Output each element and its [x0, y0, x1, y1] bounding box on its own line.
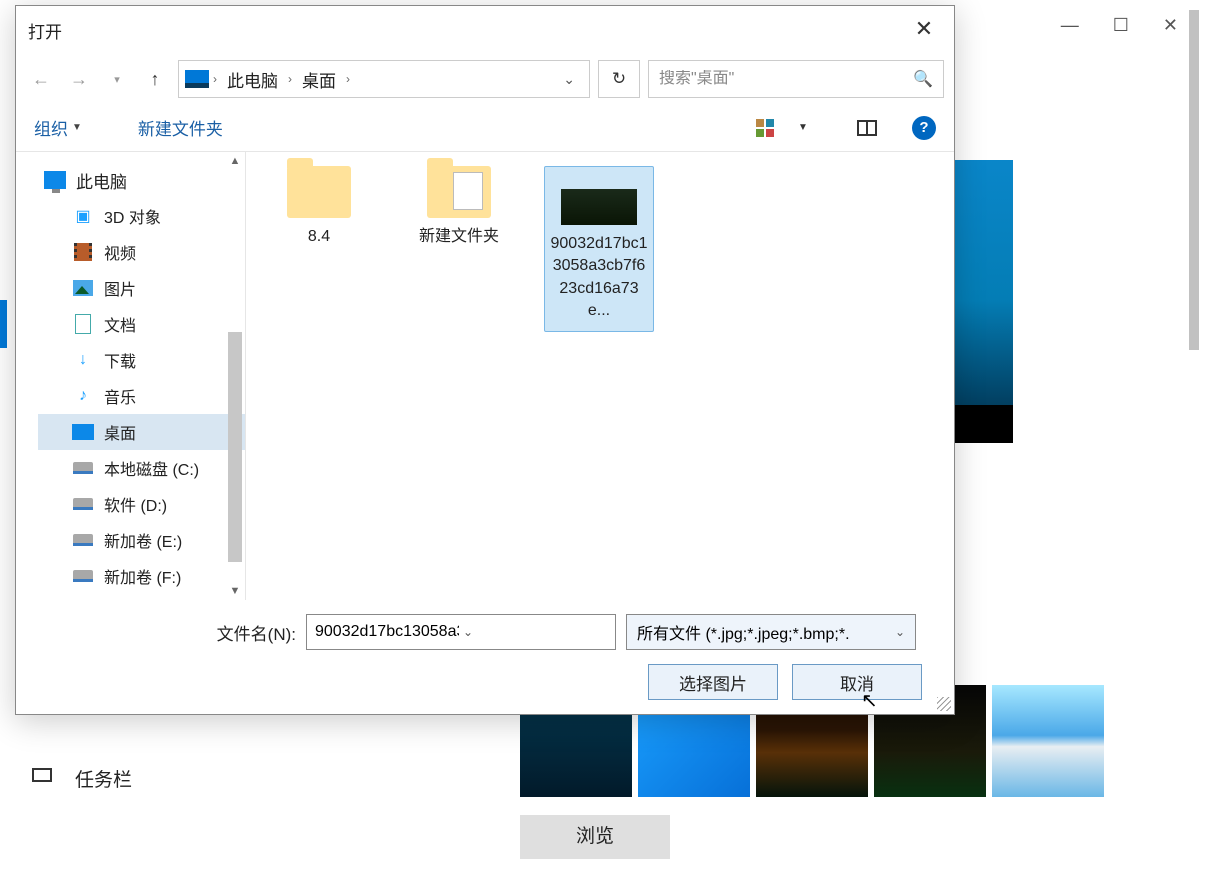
wallpaper-preview-border [955, 405, 1013, 443]
folder-item[interactable]: 8.4 [264, 166, 374, 248]
recent-dropdown[interactable]: ▾ [102, 64, 132, 94]
tree-music[interactable]: ♪音乐 [38, 378, 245, 414]
folder-icon [427, 166, 491, 218]
breadcrumb[interactable]: › 此电脑 › 桌面 › ⌄ [178, 60, 590, 98]
folder-item[interactable]: 新建文件夹 [404, 166, 514, 248]
tree-drive-e[interactable]: 新加卷 (E:) [38, 522, 245, 558]
chevron-right-icon: › [346, 72, 350, 86]
wallpaper-thumb[interactable] [992, 685, 1104, 797]
tree-pictures[interactable]: 图片 [38, 270, 245, 306]
scroll-thumb[interactable] [228, 332, 242, 562]
back-button[interactable]: ← [26, 64, 56, 94]
tree-3d-objects[interactable]: ▣3D 对象 [38, 198, 245, 234]
view-mode-button[interactable] [750, 113, 780, 143]
tree-documents[interactable]: 文档 [38, 306, 245, 342]
open-file-dialog: 打开 ✕ ← → ▾ ↑ › 此电脑 › 桌面 › ⌄ ↻ 🔍 组织▼ 新建文件… [15, 5, 955, 715]
dialog-footer: 文件名(N): 90032d17bc13058a3cb7f623cd1 ⌄ 所有… [16, 600, 954, 714]
navigation-pane: 此电脑 ▣3D 对象 视频 图片 文档 ↓下载 ♪音乐 桌面 本地磁盘 (C:)… [16, 152, 246, 600]
resize-grip[interactable] [937, 697, 951, 711]
file-name: 90032d17bc13058a3cb7f623cd16a73e... [549, 233, 649, 323]
sidebar-active-indicator [0, 300, 7, 348]
filename-input[interactable]: 90032d17bc13058a3cb7f623cd1 ⌄ [306, 614, 616, 650]
chevron-down-icon[interactable]: ⌄ [463, 625, 607, 639]
tree-desktop[interactable]: 桌面 [38, 414, 245, 450]
nav-scrollbar[interactable]: ▲ ▼ [225, 152, 245, 600]
dialog-title: 打开 [16, 6, 954, 54]
wallpaper-preview [955, 160, 1013, 440]
location-icon [185, 70, 209, 88]
image-thumbnail [561, 189, 637, 225]
minimize-button[interactable]: — [1061, 15, 1079, 36]
breadcrumb-pc[interactable]: 此电脑 [221, 63, 284, 96]
up-button[interactable]: ↑ [140, 64, 170, 94]
search-icon: 🔍 [913, 69, 933, 89]
dialog-toolbar: 组织▼ 新建文件夹 ▼ ? [16, 104, 954, 152]
scrollbar[interactable] [1189, 10, 1205, 870]
open-button[interactable]: 选择图片 [648, 664, 778, 700]
filetype-select[interactable]: 所有文件 (*.jpg;*.jpeg;*.bmp;*. ⌄ [626, 614, 916, 650]
maximize-button[interactable]: ☐ [1113, 15, 1129, 36]
view-dropdown[interactable]: ▼ [788, 113, 818, 143]
filename-value: 90032d17bc13058a3cb7f623cd1 [315, 623, 459, 641]
search-input[interactable]: 🔍 [648, 60, 944, 98]
browse-button[interactable]: 浏览 [520, 815, 670, 859]
tree-videos[interactable]: 视频 [38, 234, 245, 270]
breadcrumb-desktop[interactable]: 桌面 [296, 63, 342, 96]
forward-button[interactable]: → [64, 64, 94, 94]
help-button[interactable]: ? [912, 116, 936, 140]
chevron-down-icon: ▼ [72, 122, 82, 133]
preview-pane-button[interactable] [852, 113, 882, 143]
tree-this-pc[interactable]: 此电脑 [38, 162, 245, 198]
scroll-up-icon[interactable]: ▲ [227, 152, 243, 170]
cancel-button[interactable]: 取消 [792, 664, 922, 700]
folder-icon [287, 166, 351, 218]
dialog-nav-bar: ← → ▾ ↑ › 此电脑 › 桌面 › ⌄ ↻ 🔍 [16, 54, 954, 104]
file-name: 新建文件夹 [404, 226, 514, 248]
tree-drive-d[interactable]: 软件 (D:) [38, 486, 245, 522]
new-folder-button[interactable]: 新建文件夹 [138, 115, 223, 140]
file-list[interactable]: 8.4 新建文件夹 90032d17bc13058a3cb7f623cd16a7… [246, 152, 954, 600]
search-field[interactable] [659, 70, 913, 88]
refresh-button[interactable]: ↻ [598, 60, 640, 98]
dialog-close-button[interactable]: ✕ [904, 16, 944, 42]
chevron-down-icon: ⌄ [895, 625, 905, 639]
breadcrumb-history-dropdown[interactable]: ⌄ [555, 71, 583, 88]
tiles-icon [756, 119, 774, 137]
close-button[interactable]: ✕ [1163, 15, 1178, 36]
chevron-right-icon: › [213, 72, 217, 86]
filename-label: 文件名(N): [16, 620, 296, 645]
organize-menu[interactable]: 组织▼ [34, 115, 82, 140]
tree-downloads[interactable]: ↓下载 [38, 342, 245, 378]
tree-drive-c[interactable]: 本地磁盘 (C:) [38, 450, 245, 486]
taskbar-icon [32, 768, 52, 782]
chevron-right-icon: › [288, 72, 292, 86]
tree-drive-f[interactable]: 新加卷 (F:) [38, 558, 245, 594]
scroll-down-icon[interactable]: ▼ [227, 582, 243, 600]
preview-pane-icon [857, 120, 877, 136]
file-name: 8.4 [264, 226, 374, 248]
image-file-item[interactable]: 90032d17bc13058a3cb7f623cd16a73e... [544, 166, 654, 332]
sidebar-item-taskbar[interactable]: 任务栏 [75, 765, 132, 792]
